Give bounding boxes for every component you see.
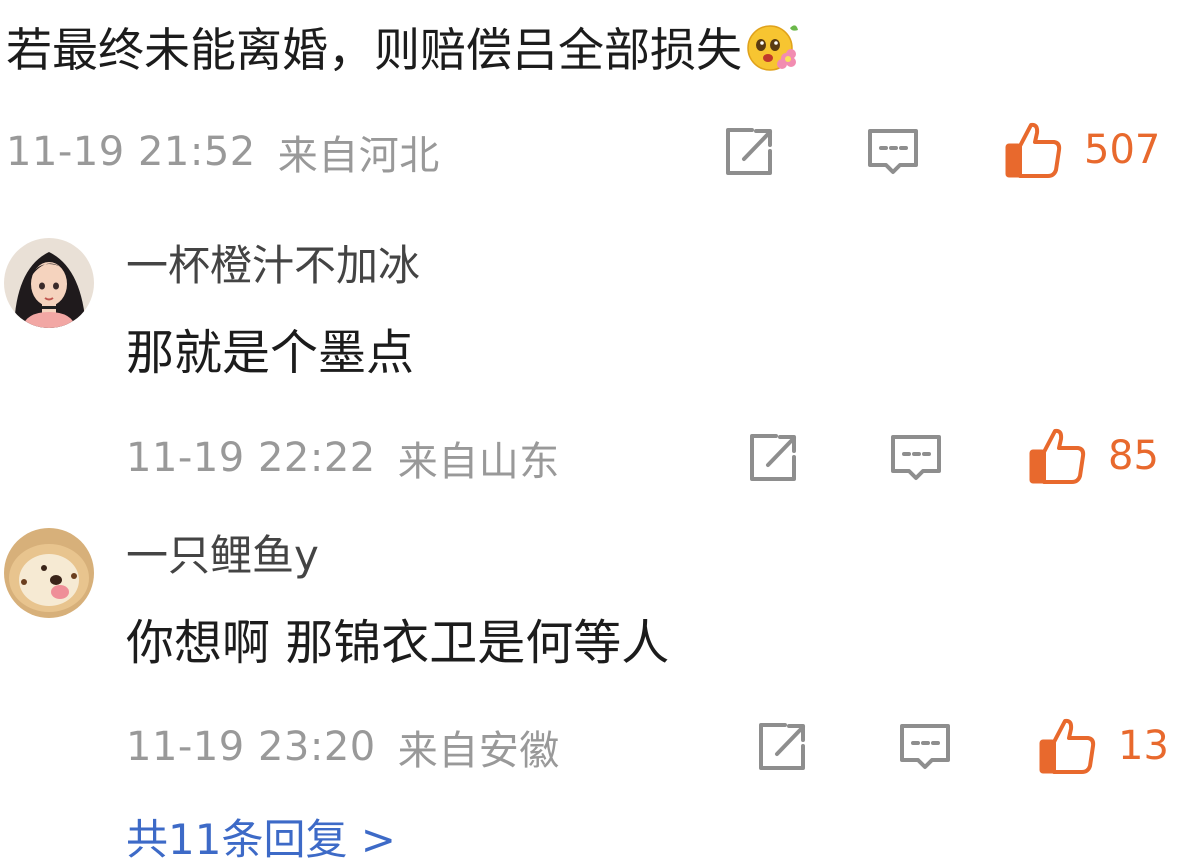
comment-time: 11-19 22:22: [126, 435, 376, 481]
share-icon[interactable]: [755, 720, 809, 774]
avatar[interactable]: [4, 238, 94, 328]
main-comment-text: 若最终未能离婚，则赔偿吕全部损失: [6, 18, 800, 88]
thumbs-up-icon[interactable]: [1038, 717, 1096, 775]
share-icon[interactable]: [746, 431, 800, 485]
comment-time: 11-19 21:52: [6, 129, 256, 175]
reply-like[interactable]: 13: [1038, 716, 1169, 776]
reply-text: 你想啊 那锦衣卫是何等人: [126, 615, 670, 671]
comment-icon[interactable]: [889, 431, 943, 485]
avatar[interactable]: [4, 528, 94, 618]
like-count: 507: [1084, 127, 1161, 173]
comment-time: 11-19 23:20: [126, 724, 376, 770]
reply-username[interactable]: 一只鲤鱼y: [126, 528, 319, 584]
comment-location: 来自安徽: [397, 728, 560, 774]
main-comment-body: 若最终未能离婚，则赔偿吕全部损失: [6, 23, 742, 77]
thumbs-up-icon[interactable]: [1028, 427, 1086, 485]
reply-meta: 11-19 22:22 来自山东: [126, 428, 560, 488]
flower-face-emoji-icon: [744, 18, 800, 88]
comment-location: 来自山东: [397, 439, 560, 485]
comment-location: 来自河北: [277, 133, 440, 179]
main-comment-like[interactable]: 507: [1004, 120, 1160, 180]
comment-icon[interactable]: [898, 720, 952, 774]
more-replies-link[interactable]: 共11条回复 >: [126, 812, 396, 868]
comment-icon[interactable]: [866, 125, 920, 179]
reply-like[interactable]: 85: [1028, 426, 1159, 486]
main-comment-meta: 11-19 21:52 来自河北: [6, 122, 440, 182]
like-count: 85: [1108, 433, 1159, 479]
reply-username[interactable]: 一杯橙汁不加冰: [126, 238, 420, 294]
reply-meta: 11-19 23:20 来自安徽: [126, 717, 560, 777]
thumbs-up-icon[interactable]: [1004, 121, 1062, 179]
like-count: 13: [1118, 723, 1169, 769]
reply-text: 那就是个墨点: [126, 325, 415, 381]
share-icon[interactable]: [722, 125, 776, 179]
